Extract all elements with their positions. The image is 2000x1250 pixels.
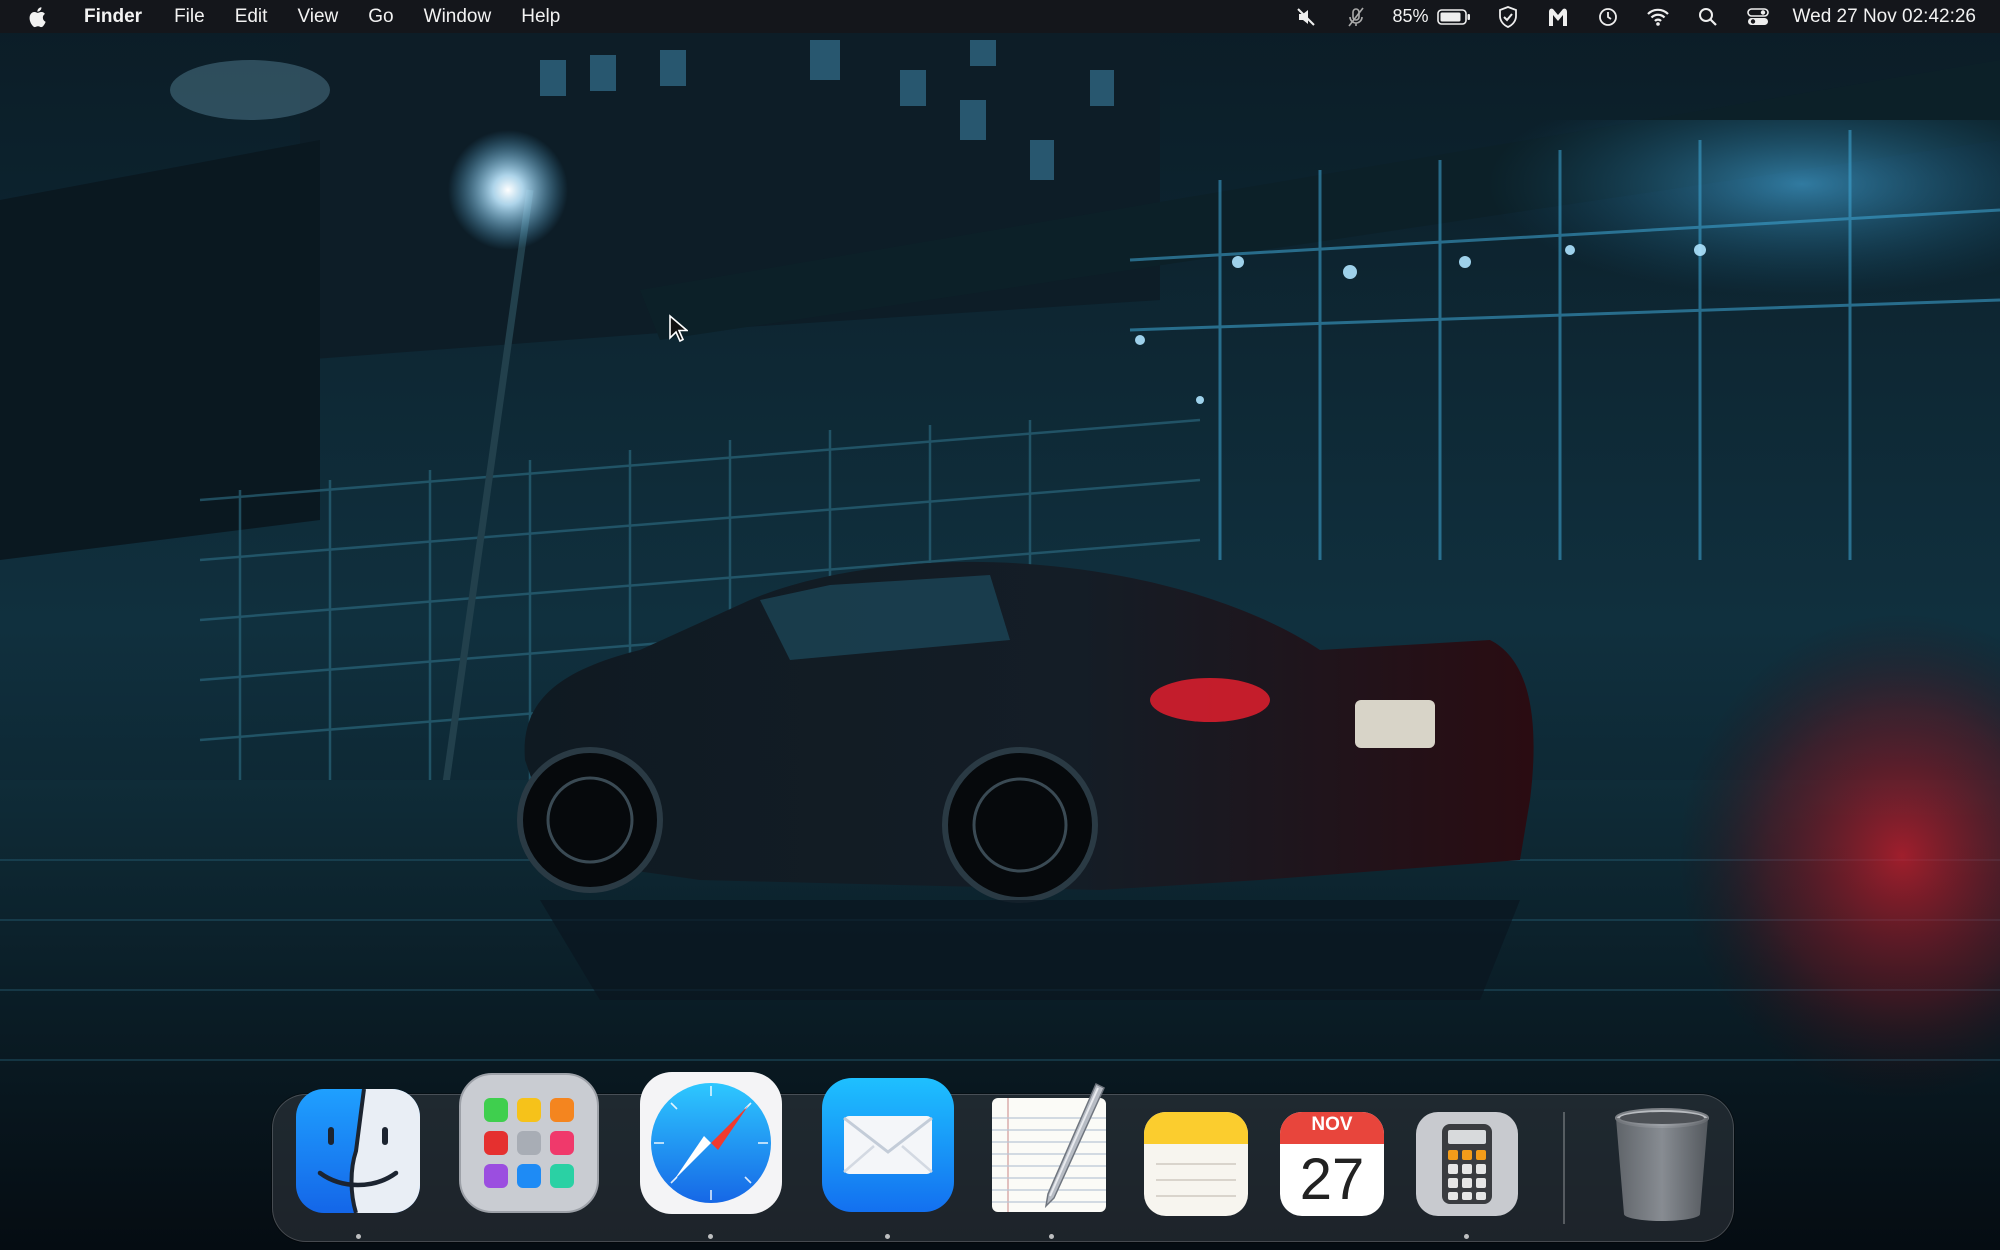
- menu-view[interactable]: View: [297, 6, 338, 28]
- menu-app-finder[interactable]: Finder: [84, 6, 142, 28]
- menu-window[interactable]: Window: [424, 6, 492, 28]
- dock-calculator[interactable]: [1414, 1110, 1520, 1218]
- control-center-icon[interactable]: [1745, 4, 1771, 30]
- wifi-icon[interactable]: [1645, 4, 1671, 30]
- dock-trash[interactable]: [1610, 1104, 1714, 1222]
- dock-running-indicator: [356, 1234, 361, 1239]
- menu-go[interactable]: Go: [368, 6, 393, 28]
- menu-edit[interactable]: Edit: [235, 6, 268, 28]
- menu-help[interactable]: Help: [521, 6, 560, 28]
- spotlight-search-icon[interactable]: [1695, 4, 1721, 30]
- launchpad-icon: [459, 1073, 599, 1213]
- calendar-month: NOV: [1311, 1114, 1353, 1135]
- textedit-icon: [992, 1082, 1106, 1212]
- mail-icon: [822, 1078, 954, 1212]
- safari-icon: [640, 1072, 782, 1214]
- dock-notes[interactable]: [1142, 1110, 1250, 1218]
- battery-percentage: 85%: [1392, 6, 1429, 26]
- trash-icon: [1615, 1108, 1709, 1221]
- menu-bar-left: Finder File Edit View Go Window Help: [0, 0, 590, 33]
- dock-calendar[interactable]: NOV 27: [1278, 1110, 1386, 1218]
- notes-icon: [1144, 1112, 1248, 1216]
- calculator-icon: [1416, 1112, 1518, 1216]
- mouse-cursor-icon: [668, 314, 690, 344]
- menu-bar-status: 85% Wed 27 Nov 02:42:26: [1269, 0, 2000, 33]
- time-machine-icon[interactable]: [1595, 4, 1621, 30]
- mic-off-icon[interactable]: [1343, 4, 1369, 30]
- dock-launchpad[interactable]: [458, 1072, 600, 1214]
- dock-mail[interactable]: [820, 1076, 956, 1214]
- dock-finder[interactable]: [294, 1086, 422, 1216]
- battery-icon[interactable]: [1436, 8, 1471, 26]
- menu-file[interactable]: File: [174, 6, 205, 28]
- apple-logo-icon[interactable]: [26, 6, 48, 28]
- dock-running-indicator: [885, 1234, 890, 1239]
- menu-bar: Finder File Edit View Go Window Help 85%: [0, 0, 2000, 33]
- shield-icon[interactable]: [1495, 4, 1521, 30]
- dock-running-indicator: [708, 1234, 713, 1239]
- dock-textedit[interactable]: [988, 1080, 1114, 1218]
- dock-separator: [1563, 1112, 1565, 1224]
- mute-icon[interactable]: [1293, 4, 1319, 30]
- menu-bar-clock[interactable]: Wed 27 Nov 02:42:26: [1793, 6, 1976, 28]
- dock-running-indicator: [1049, 1234, 1054, 1239]
- dock-safari[interactable]: [638, 1070, 784, 1216]
- calendar-day: 27: [1299, 1147, 1365, 1212]
- dock-running-indicator: [1464, 1234, 1469, 1239]
- malwarebytes-icon[interactable]: [1545, 4, 1571, 30]
- desktop-wallpaper: [0, 0, 2000, 1250]
- finder-icon: [296, 1088, 420, 1214]
